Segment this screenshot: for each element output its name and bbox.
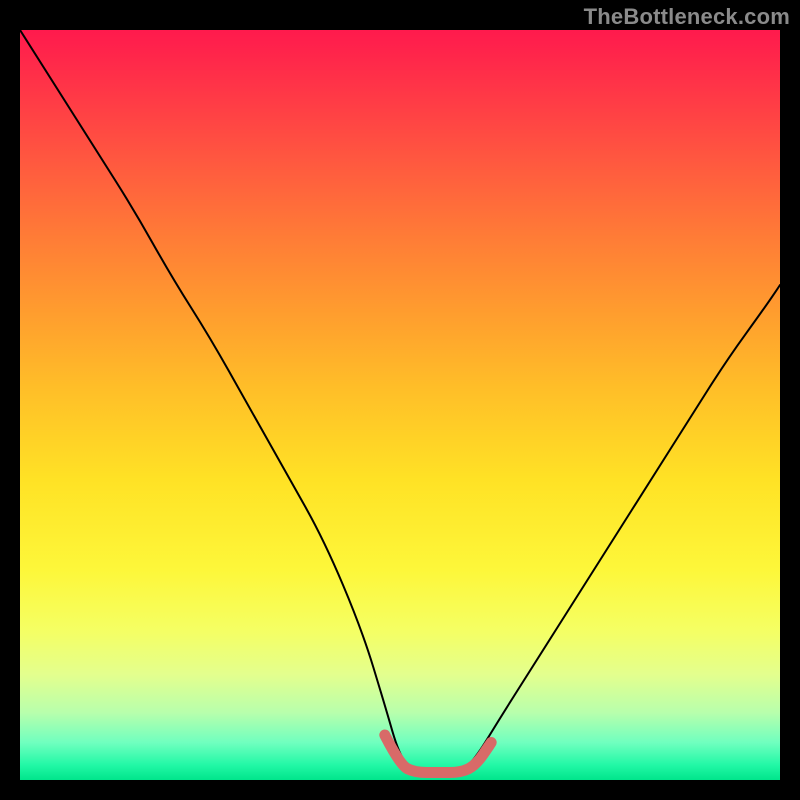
valley-highlight-line xyxy=(385,735,491,773)
bottleneck-curve-line xyxy=(20,30,780,773)
chart-outer-frame: TheBottleneck.com xyxy=(0,0,800,800)
chart-plot-area xyxy=(20,30,780,780)
watermark-text: TheBottleneck.com xyxy=(584,4,790,30)
chart-svg xyxy=(20,30,780,780)
